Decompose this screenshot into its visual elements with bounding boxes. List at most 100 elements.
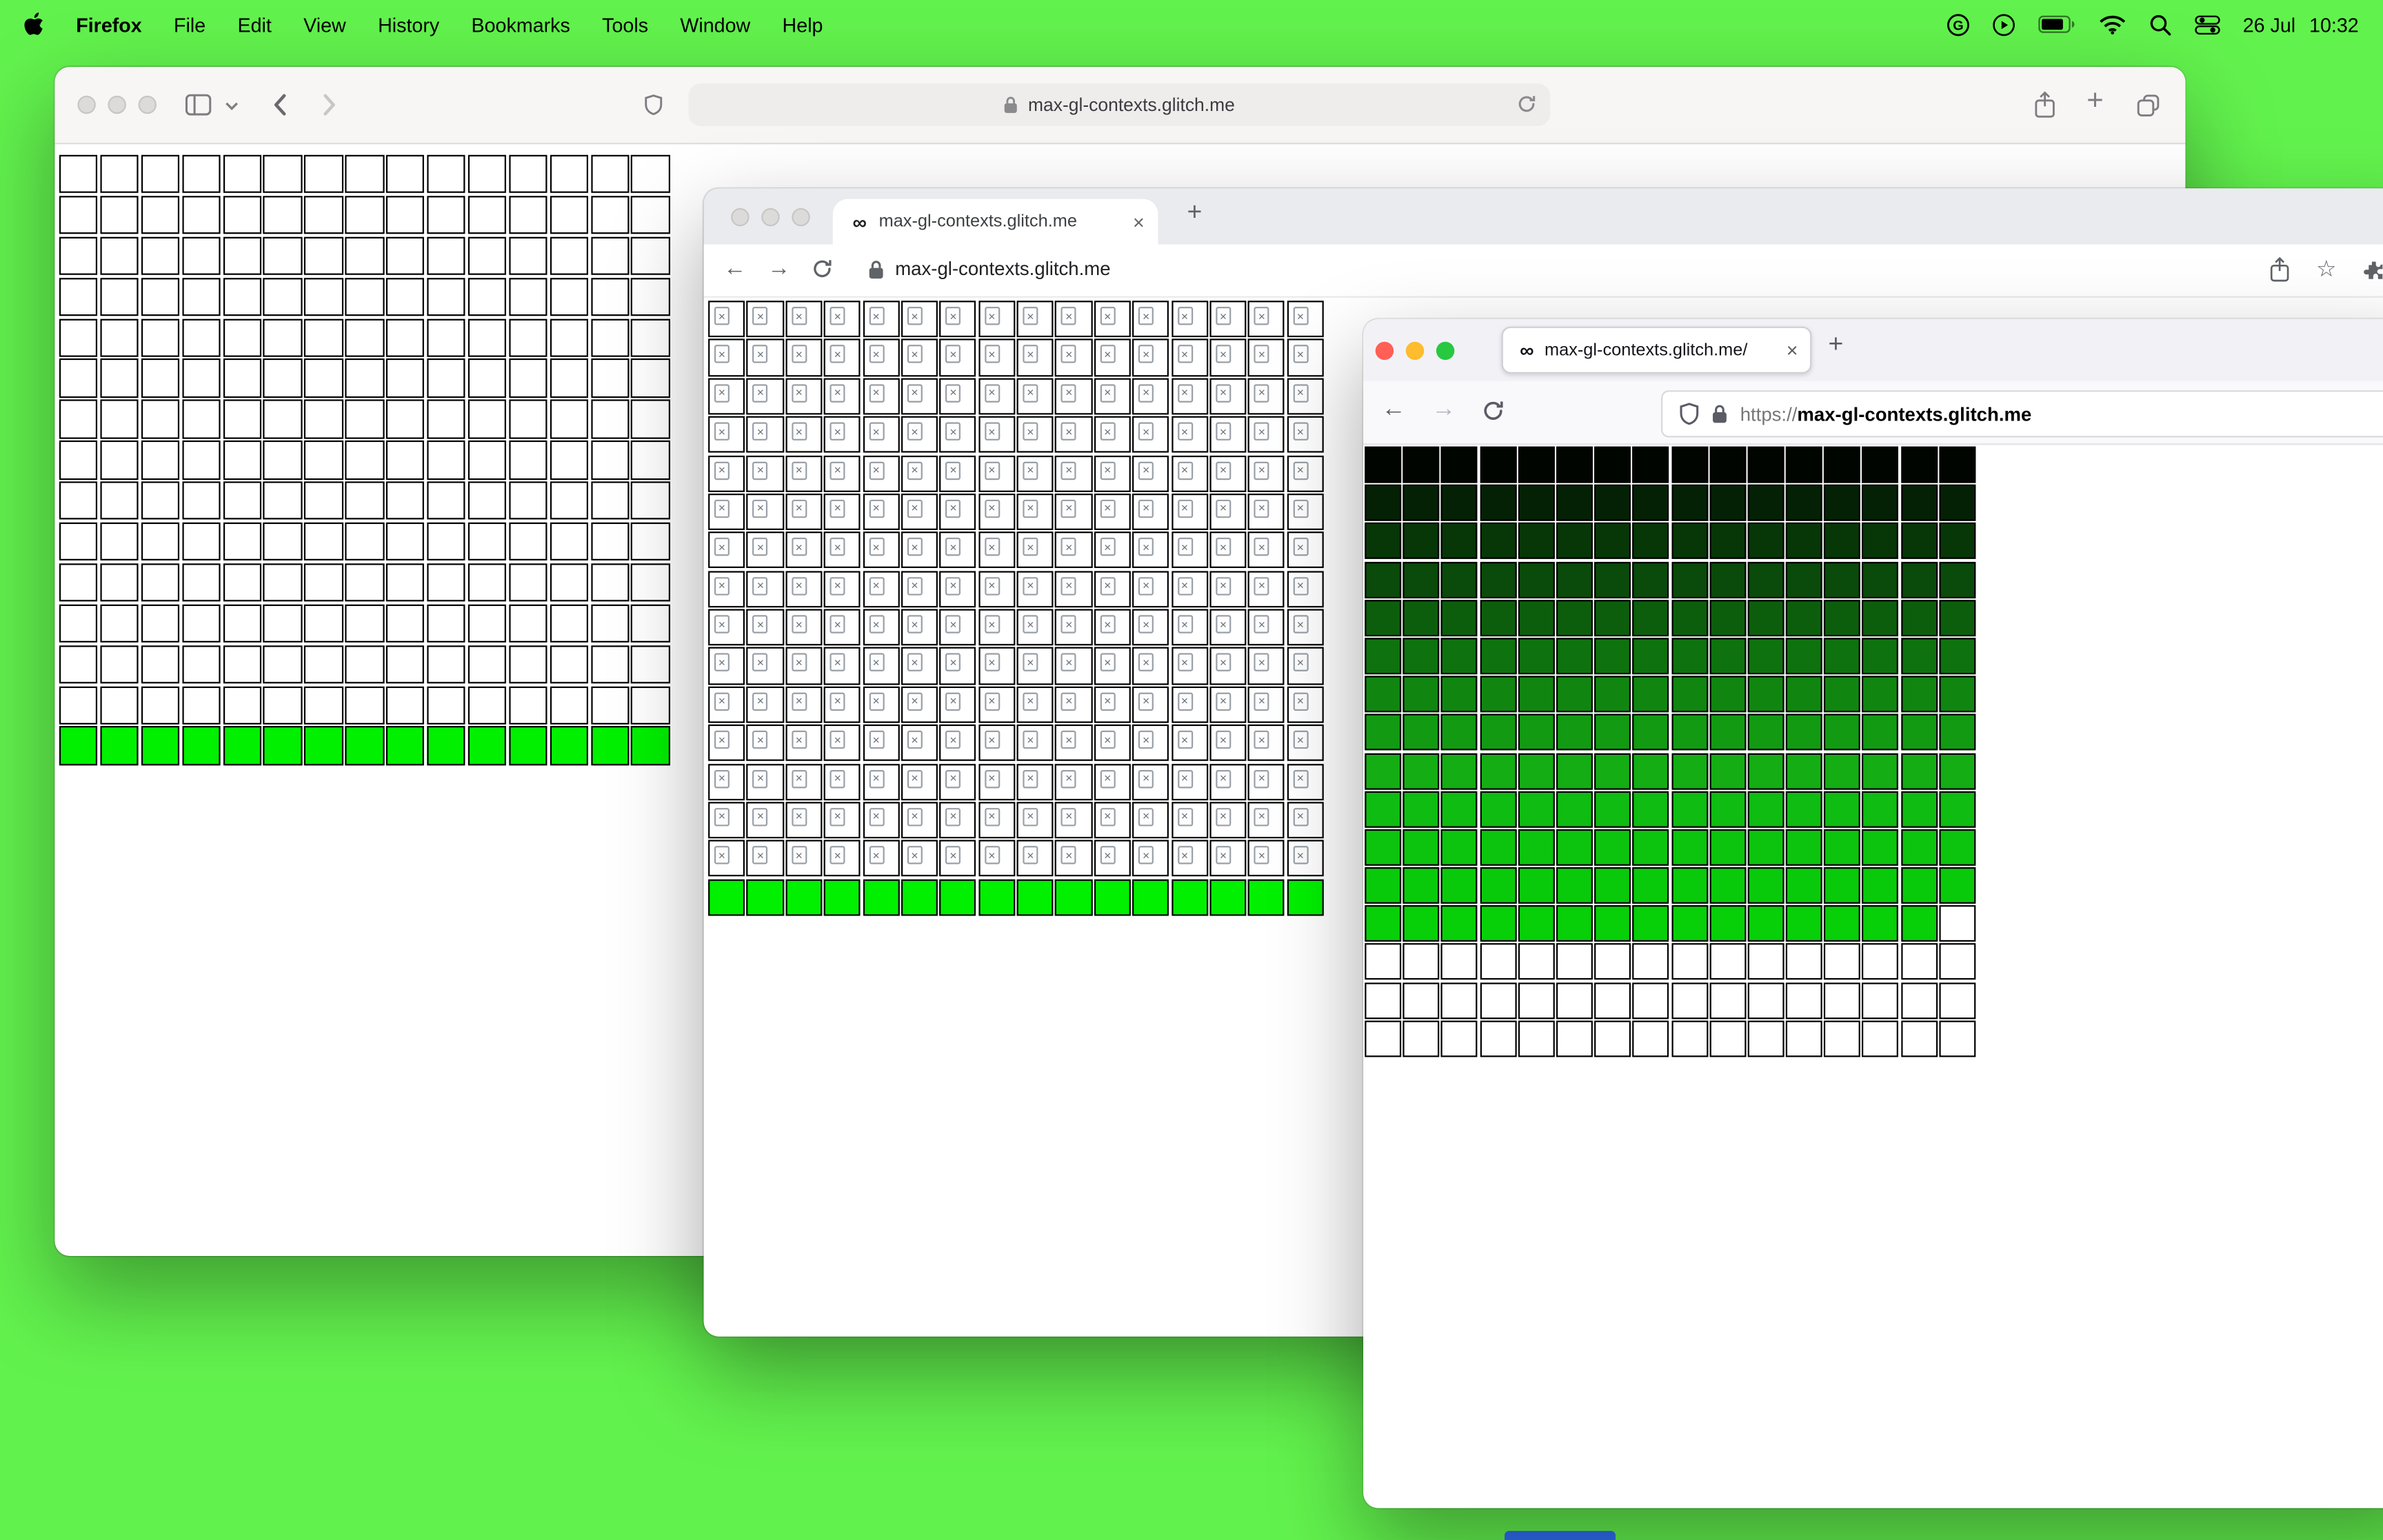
broken-image-icon [1216, 307, 1231, 325]
grid-cell [508, 522, 547, 561]
broken-image-icon [714, 499, 730, 518]
broken-image-icon [1100, 769, 1116, 788]
grid-cell [1287, 802, 1324, 839]
grid-cell [1209, 531, 1247, 569]
grid-cell [141, 236, 180, 275]
firefox-tab-bar[interactable]: ∞ max-gl-contexts.glitch.me/ × + [1363, 318, 2383, 382]
grid-cell [1785, 599, 1822, 636]
grid-cell [100, 358, 139, 398]
grid-cell [1518, 1020, 1555, 1057]
grid-cell [1287, 840, 1324, 878]
grid-cell [550, 236, 588, 275]
privacy-shield-icon[interactable] [645, 94, 663, 116]
chrome-active-tab[interactable]: ∞ max-gl-contexts.glitch.me × [832, 199, 1158, 245]
forward-icon[interactable] [322, 92, 337, 116]
broken-image-icon [1177, 654, 1193, 672]
reload-icon[interactable] [812, 259, 833, 280]
grid-cell [823, 339, 861, 376]
control-center-icon[interactable] [2194, 14, 2220, 34]
chevron-down-icon[interactable] [225, 102, 239, 111]
firefox-active-tab[interactable]: ∞ max-gl-contexts.glitch.me/ × [1501, 326, 1812, 374]
grid-cell [181, 277, 221, 316]
broken-image-icon [984, 731, 1000, 749]
spotlight-search-icon[interactable] [2149, 13, 2171, 36]
grid-cell [631, 685, 670, 725]
broken-image-icon [791, 345, 807, 364]
broken-image-icon [752, 654, 768, 672]
grid-cell [100, 645, 139, 684]
grid-cell [508, 195, 547, 234]
play-circle-icon[interactable] [1992, 13, 2015, 36]
grid-cell [1824, 523, 1861, 560]
firefox-navbar[interactable]: ← → https:// max-gl-contexts.glitch.me [1363, 381, 2383, 445]
grid-cell [1824, 561, 1861, 598]
menu-item-tools[interactable]: Tools [602, 13, 648, 36]
grid-cell [823, 378, 861, 415]
minimize-window-button[interactable] [1405, 341, 1425, 361]
close-window-button[interactable] [1375, 341, 1394, 361]
zoom-window-button[interactable] [138, 95, 157, 114]
extensions-puzzle-icon[interactable] [2363, 260, 2383, 281]
close-tab-icon[interactable]: × [1787, 338, 1798, 361]
address-bar[interactable]: https:// max-gl-contexts.glitch.me [1661, 390, 2383, 438]
close-tab-icon[interactable]: × [1133, 210, 1145, 233]
tracking-shield-icon[interactable] [1680, 403, 1700, 425]
dock-peek[interactable] [1505, 1530, 1616, 1540]
address-bar[interactable]: max-gl-contexts.glitch.me [688, 83, 1551, 126]
back-icon[interactable] [272, 92, 288, 116]
chrome-tab-strip[interactable]: ∞ max-gl-contexts.glitch.me × + [703, 188, 2383, 245]
minimize-window-button[interactable] [761, 207, 780, 227]
grid-cell [1402, 485, 1440, 522]
grid-cell [223, 236, 261, 275]
g-badge-icon[interactable]: G [1947, 13, 1969, 36]
menu-app-name[interactable]: Firefox [76, 13, 142, 36]
lock-icon[interactable] [1711, 404, 1728, 424]
tab-overview-icon[interactable] [2137, 94, 2160, 117]
grid-cell [1747, 829, 1784, 866]
zoom-window-button[interactable] [792, 207, 810, 227]
grid-cell [1556, 791, 1593, 828]
forward-icon[interactable]: → [767, 255, 790, 283]
back-icon[interactable]: ← [723, 255, 746, 283]
menu-item-edit[interactable]: Edit [237, 13, 271, 36]
close-window-button[interactable] [731, 207, 750, 227]
reload-icon[interactable] [1517, 94, 1537, 114]
apple-menu-icon[interactable] [24, 12, 44, 37]
bookmark-star-icon[interactable]: ☆ [2316, 255, 2337, 282]
wifi-icon[interactable] [2098, 14, 2126, 34]
share-icon[interactable] [2269, 256, 2291, 282]
new-tab-icon[interactable]: + [2087, 87, 2103, 116]
menu-item-bookmarks[interactable]: Bookmarks [472, 13, 570, 36]
grid-cell [304, 563, 343, 602]
reload-icon[interactable] [1482, 399, 1505, 422]
grid-cell [1365, 752, 1402, 789]
grid-cell [1132, 339, 1169, 376]
menu-item-window[interactable]: Window [680, 13, 750, 36]
grid-cell [1862, 867, 1899, 904]
new-tab-icon[interactable]: + [1829, 330, 1844, 360]
chrome-toolbar[interactable]: ← → max-gl-contexts.glitch.me ☆ [703, 244, 2383, 298]
grid-cell [1747, 1020, 1784, 1057]
battery-icon[interactable] [2038, 15, 2075, 33]
broken-image-icon [1138, 731, 1154, 749]
menu-item-history[interactable]: History [378, 13, 439, 36]
share-icon[interactable] [2033, 91, 2056, 119]
close-window-button[interactable] [77, 95, 96, 114]
sidebar-icon[interactable] [185, 94, 212, 116]
grid-cell [1632, 485, 1669, 522]
minimize-window-button[interactable] [108, 95, 126, 114]
menu-clock[interactable]: 26 Jul 10:32 [2243, 13, 2359, 36]
menu-item-file[interactable]: File [174, 13, 205, 36]
new-tab-icon[interactable]: + [1175, 197, 1214, 227]
safari-toolbar[interactable]: max-gl-contexts.glitch.me + [54, 66, 2186, 145]
back-icon[interactable]: ← [1382, 395, 1406, 425]
grid-cell [1671, 791, 1708, 828]
forward-icon[interactable]: → [1431, 395, 1456, 425]
menu-item-view[interactable]: View [303, 13, 346, 36]
menu-item-help[interactable]: Help [783, 13, 823, 36]
grid-cell [590, 195, 630, 234]
address-text[interactable]: max-gl-contexts.glitch.me [895, 259, 1110, 280]
lock-icon[interactable] [868, 260, 885, 280]
broken-image-icon [829, 422, 845, 441]
zoom-window-button[interactable] [1436, 341, 1455, 361]
